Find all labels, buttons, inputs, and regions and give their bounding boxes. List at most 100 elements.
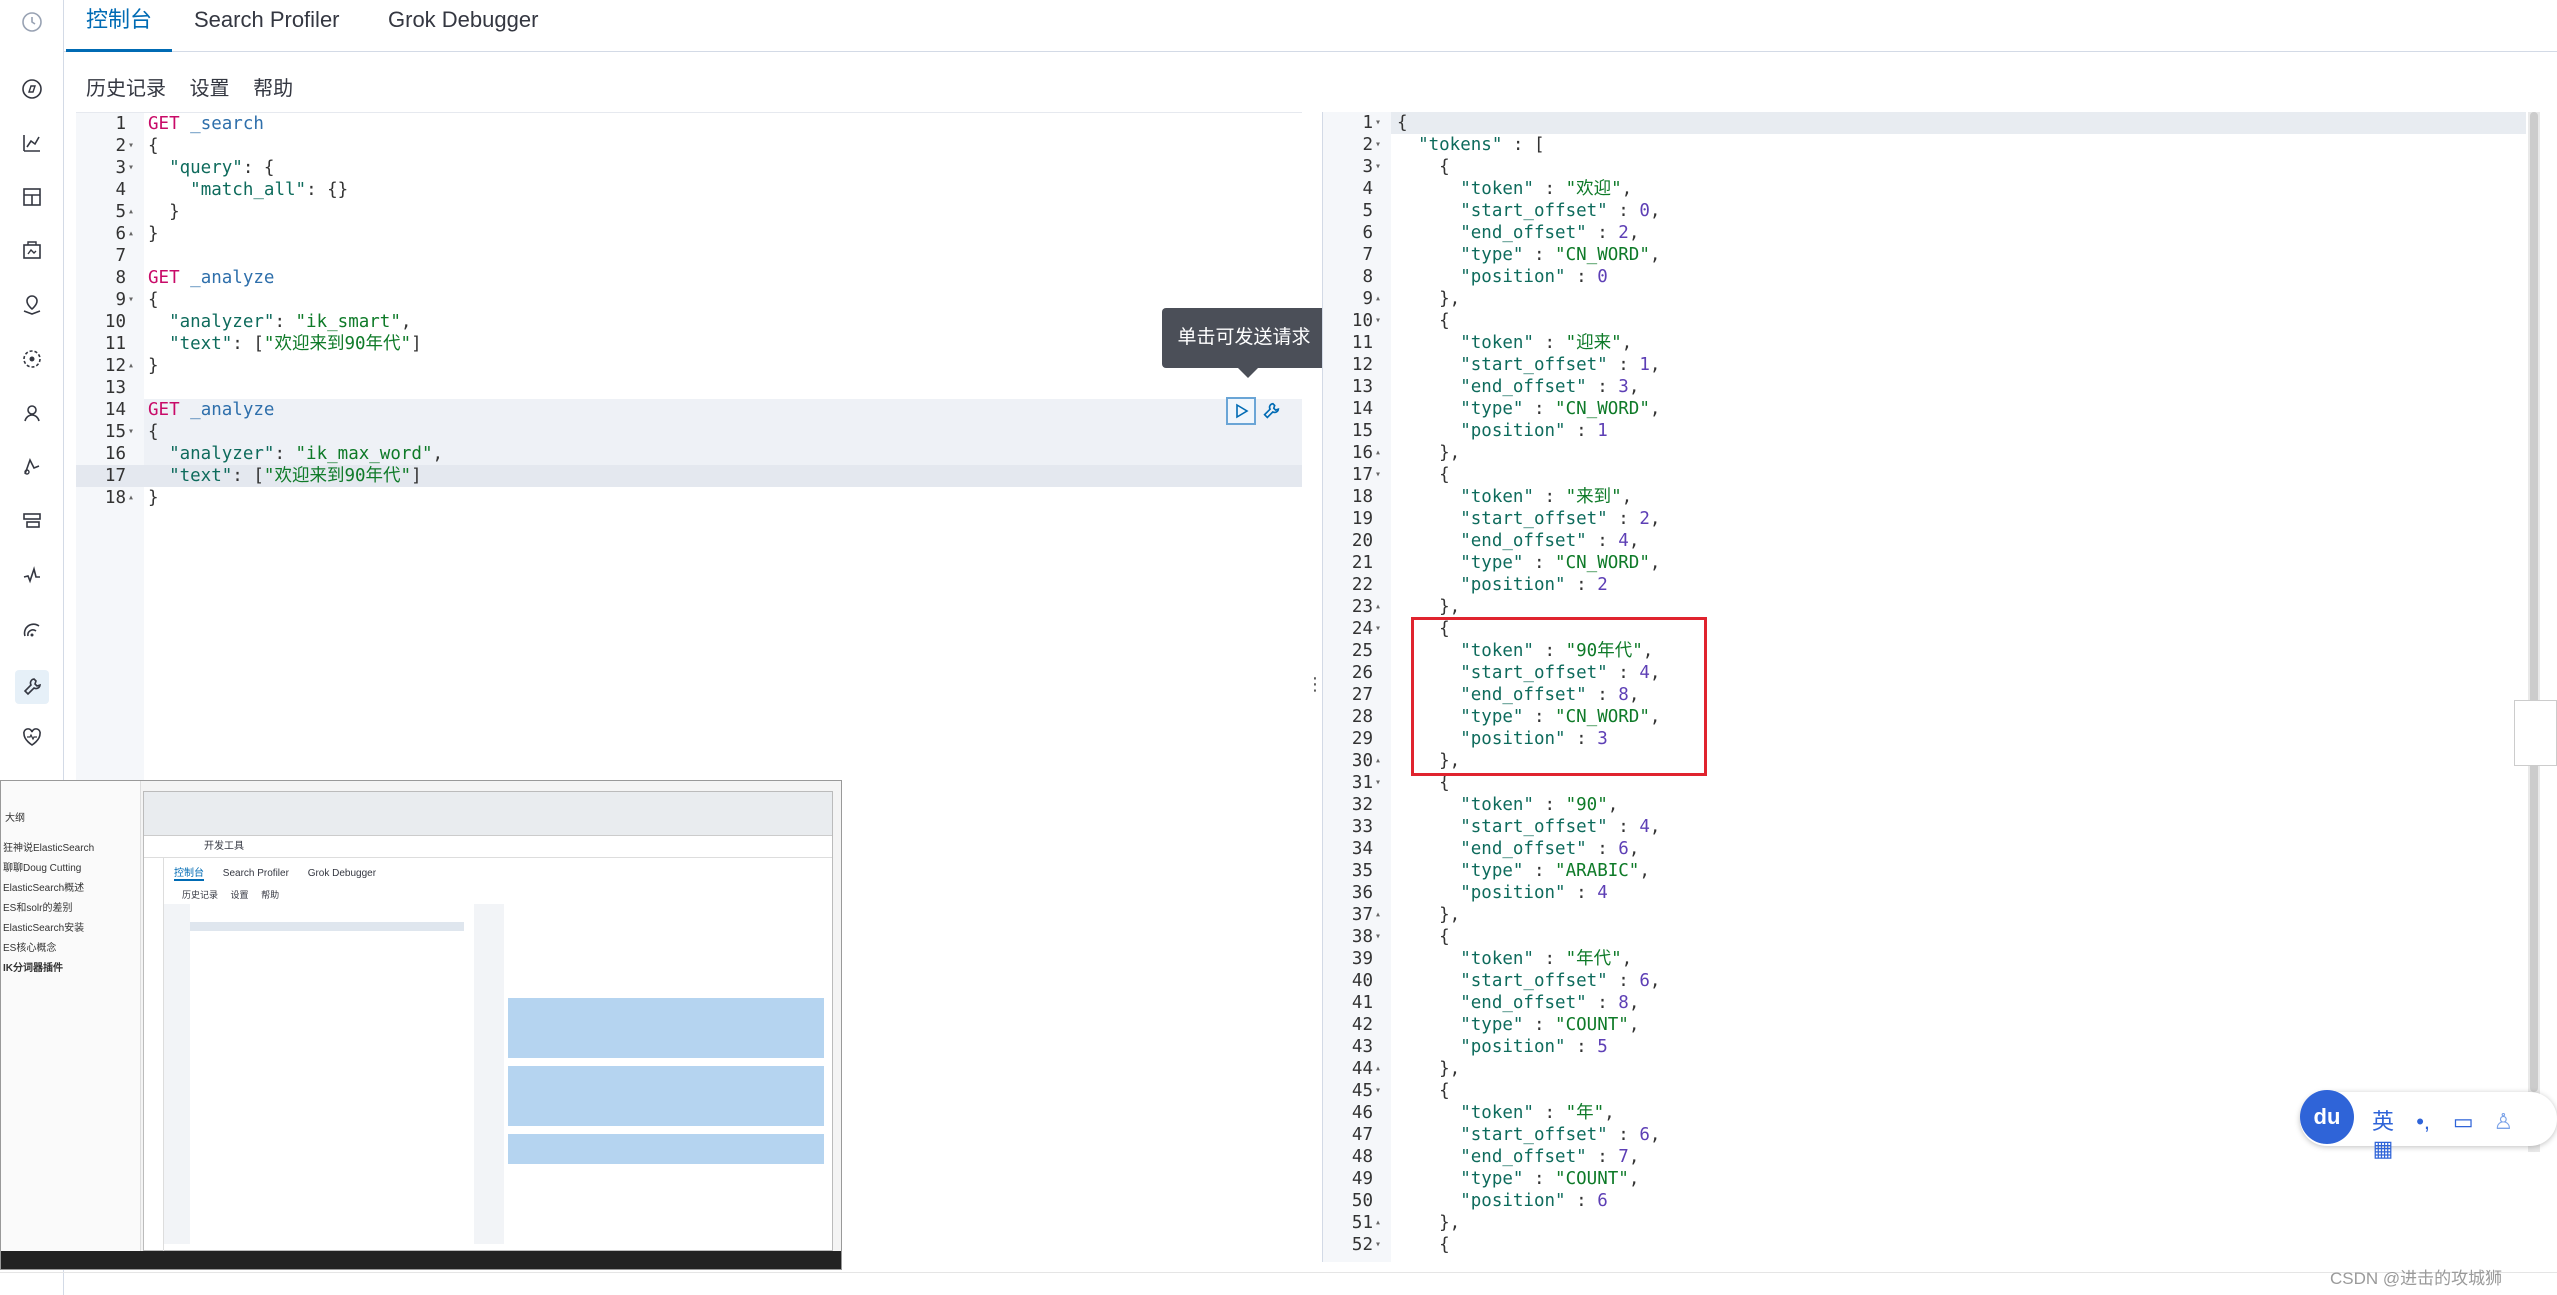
code-token: 6 [1639, 1125, 1650, 1145]
code-line: 13 "end_offset" : 3, [1323, 376, 2540, 398]
dashboard-icon[interactable] [19, 184, 45, 210]
tab-search-profiler[interactable]: Search Profiler [194, 0, 340, 52]
graph-icon[interactable] [19, 400, 45, 426]
code-line: 8 GET _analyze [76, 267, 1302, 289]
code-line: 11 "text": ["欢迎来到90年代"] [76, 333, 1302, 355]
send-request-button[interactable] [1226, 397, 1256, 425]
code-token: _search [190, 114, 264, 134]
code-token: "ARABIC" [1555, 861, 1640, 881]
code-line: 9 ▴ }, [1323, 288, 2540, 310]
help-link[interactable]: 帮助 [253, 78, 293, 100]
fold-toggle-icon[interactable]: ▴ [1375, 288, 1387, 310]
fold-toggle-icon[interactable]: ▾ [128, 421, 140, 443]
baidu-ime-logo[interactable]: du [2300, 1090, 2354, 1144]
machine-learning-icon[interactable] [19, 346, 45, 372]
code-token: : [1523, 399, 1556, 419]
fold-toggle-icon[interactable]: ▾ [1375, 310, 1387, 332]
line-number: 9 [1362, 289, 1373, 309]
fold-toggle-icon[interactable]: ▾ [1375, 926, 1387, 948]
canvas-icon[interactable] [19, 238, 45, 264]
ime-language-toggle[interactable]: 英 [2366, 1104, 2400, 1136]
fold-toggle-icon[interactable]: ▾ [1375, 112, 1387, 134]
visualize-icon[interactable] [19, 130, 45, 156]
code-token: : [1523, 245, 1556, 265]
code-line: 41 "end_offset" : 8, [1323, 992, 2540, 1014]
response-scrollbar[interactable] [2528, 112, 2540, 1152]
embedded-screenshot: 大纲 狂神说ElasticSearch 聊聊Doug Cutting Elast… [0, 780, 842, 1270]
discover-compass-icon[interactable] [19, 76, 45, 102]
code-text: { [1397, 464, 1450, 486]
fold-toggle-icon[interactable]: ▴ [128, 355, 140, 377]
fold-toggle-icon[interactable]: ▴ [1375, 750, 1387, 772]
fold-toggle-icon[interactable]: ▾ [1375, 156, 1387, 178]
grid-menu-icon[interactable]: ▦ [2366, 1136, 2400, 1162]
fold-toggle-icon[interactable]: ▴ [1375, 596, 1387, 618]
code-token: 4 [1639, 817, 1650, 837]
code-token: : [1586, 223, 1619, 243]
embedded-submenu: 历史记录 设置 帮助 [182, 888, 289, 901]
fold-toggle-icon[interactable]: ▾ [1375, 772, 1387, 794]
code-token: "ik_max_word" [295, 444, 433, 464]
line-number: 7 [1362, 245, 1373, 265]
siem-icon[interactable] [19, 616, 45, 642]
code-token: 0 [1639, 201, 1650, 221]
fold-toggle-icon[interactable]: ▴ [128, 201, 140, 223]
code-line: 5 ▴ } [76, 201, 1302, 223]
fold-toggle-icon[interactable]: ▴ [1375, 1212, 1387, 1234]
punctuation-icon[interactable]: •, [2406, 1109, 2440, 1135]
fold-toggle-icon[interactable]: ▾ [1375, 134, 1387, 156]
code-token: : [ [232, 334, 264, 354]
code-token: : [1533, 487, 1566, 507]
code-line: 33 "start_offset" : 4, [1323, 816, 2540, 838]
code-line: 1 ▾ { [1323, 112, 2540, 134]
code-text: "position" : 1 [1397, 420, 1608, 442]
line-number: 45 [1351, 1081, 1373, 1101]
code-token: "position" [1460, 267, 1566, 287]
settings-link[interactable]: 设置 [190, 78, 230, 100]
infrastructure-icon[interactable] [19, 508, 45, 534]
code-token: , [1649, 817, 1661, 837]
code-token: : [1607, 509, 1640, 529]
fold-toggle-icon[interactable]: ▴ [128, 223, 140, 245]
request-options-wrench-icon[interactable] [1260, 400, 1282, 422]
send-request-tooltip: 单击可发送请求 [1162, 308, 1326, 378]
fold-toggle-icon[interactable]: ▾ [128, 157, 140, 179]
code-token: "token" [1460, 333, 1534, 353]
fold-toggle-icon[interactable]: ▴ [1375, 1058, 1387, 1080]
fold-toggle-icon[interactable]: ▾ [1375, 1080, 1387, 1102]
uptime-icon[interactable] [19, 562, 45, 588]
code-token: _analyze [190, 268, 275, 288]
fold-toggle-icon[interactable]: ▴ [1375, 904, 1387, 926]
code-token: : [1607, 971, 1640, 991]
code-line: 2 ▾ { [76, 135, 1302, 157]
code-text: } [148, 355, 159, 377]
fold-toggle-icon[interactable]: ▾ [128, 289, 140, 311]
user-icon[interactable]: ♙ [2486, 1109, 2520, 1135]
embedded-request-editor [164, 904, 464, 1244]
fold-toggle-icon[interactable]: ▾ [128, 135, 140, 157]
code-token: "end_offset" [1460, 531, 1587, 551]
monitoring-heartbeat-icon[interactable] [19, 724, 45, 750]
fold-toggle-icon[interactable]: ▴ [1375, 442, 1387, 464]
tab-grok-debugger[interactable]: Grok Debugger [388, 0, 538, 52]
code-token: : [1565, 421, 1598, 441]
fold-toggle-icon[interactable]: ▾ [1375, 618, 1387, 640]
recently-viewed-clock-icon[interactable] [19, 9, 45, 35]
history-link[interactable]: 历史记录 [86, 78, 166, 100]
code-line: 20 "end_offset" : 4, [1323, 530, 2540, 552]
code-token: 3 [1618, 377, 1629, 397]
line-number: 18 [104, 488, 126, 508]
fold-toggle-icon[interactable]: ▾ [1375, 464, 1387, 486]
maps-icon[interactable] [19, 292, 45, 318]
fold-toggle-icon[interactable]: ▾ [1375, 1234, 1387, 1256]
code-text: "type" : "ARABIC", [1397, 860, 1650, 882]
tab-console[interactable]: 控制台 [66, 0, 173, 52]
fold-toggle-icon[interactable]: ▴ [128, 487, 140, 509]
scrollbar-thumb[interactable] [2530, 112, 2538, 1092]
soft-keyboard-icon[interactable]: ▭ [2446, 1109, 2480, 1135]
apm-icon[interactable] [19, 454, 45, 480]
dev-tools-wrench-icon[interactable] [15, 670, 49, 704]
